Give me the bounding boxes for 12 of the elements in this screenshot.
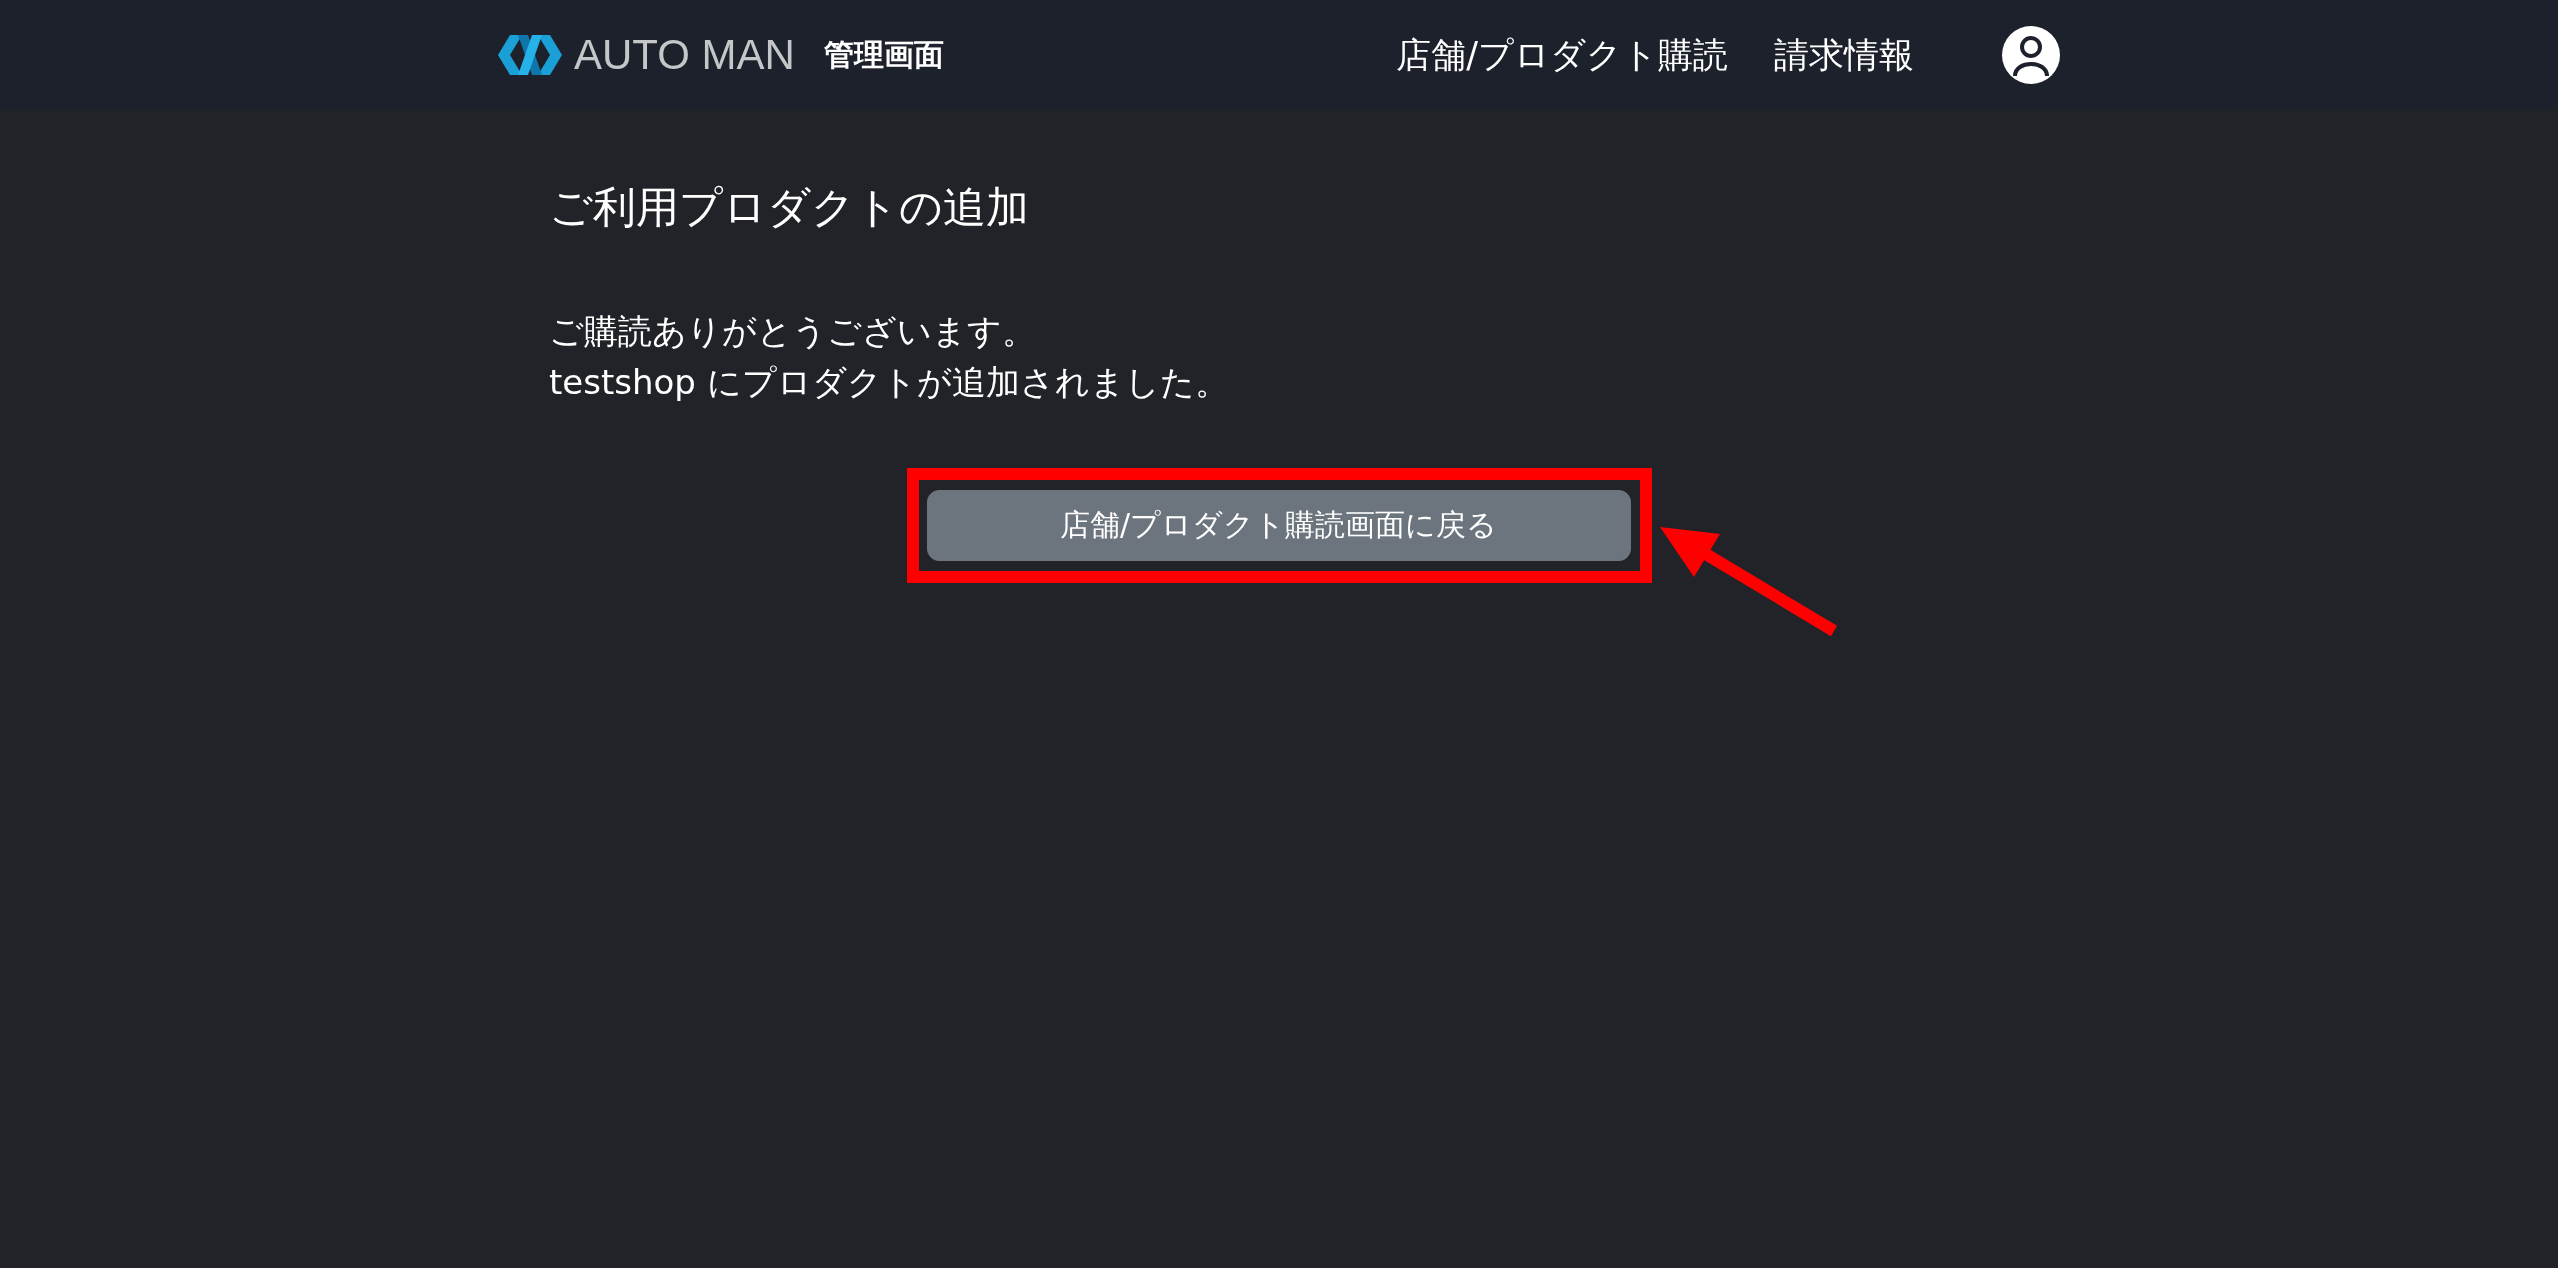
message-line: testshop にプロダクトが追加されました。 [549, 361, 1230, 404]
back-button[interactable]: 店舗/プロダクト購読画面に戻る [926, 490, 1631, 561]
page-title: ご利用プロダクトの追加 [549, 182, 1030, 232]
logo-icon [498, 35, 562, 75]
message-line: ご購読ありがとうございます。 [549, 310, 1037, 353]
account-button[interactable] [2002, 26, 2060, 84]
admin-subtitle: 管理画面 [823, 35, 944, 74]
nav-link[interactable]: 請求情報 [1774, 31, 1914, 79]
brand-link[interactable]: AUTO MAN [498, 34, 795, 76]
logo-text: AUTO MAN [574, 34, 795, 76]
nav-link[interactable]: 店舗/プロダクト購読 [1396, 31, 1728, 79]
user-avatar-icon [2002, 26, 2060, 84]
